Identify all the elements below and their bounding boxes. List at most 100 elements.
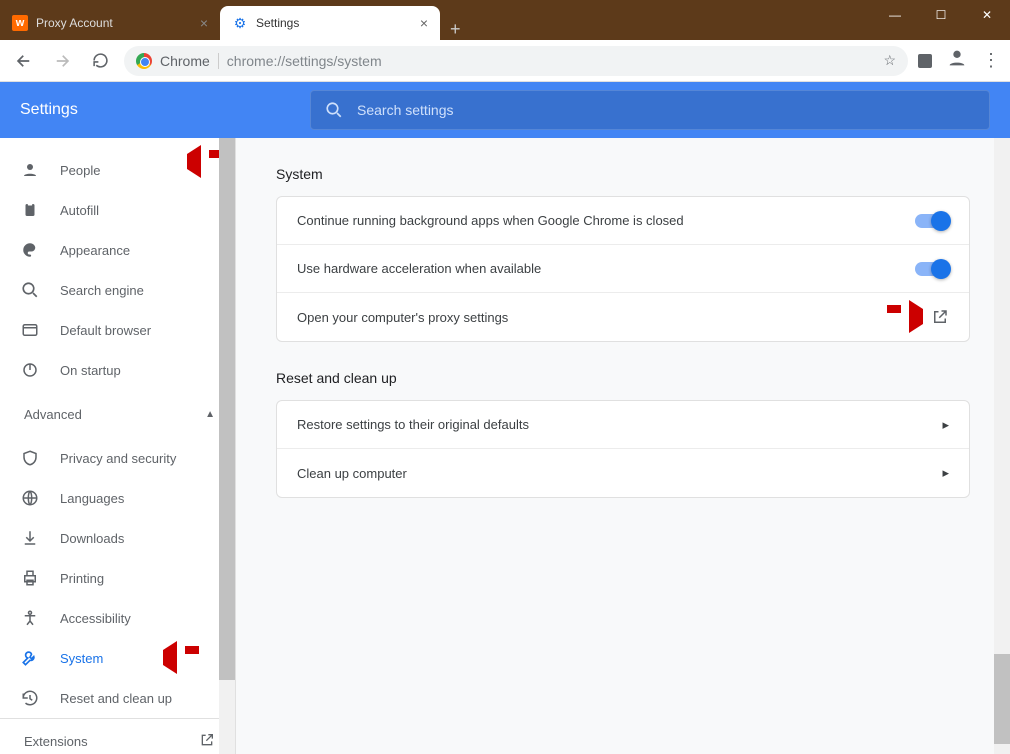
minimize-button[interactable]: — — [872, 0, 918, 30]
page-title: Settings — [20, 101, 78, 119]
sidebar-item-on-startup[interactable]: On startup — [0, 350, 235, 390]
external-link-icon[interactable] — [931, 308, 949, 326]
sidebar-item-people[interactable]: People — [0, 150, 235, 190]
sidebar-item-label: Languages — [60, 491, 124, 506]
omnibox[interactable]: Chrome chrome://settings/system ☆ — [124, 46, 908, 76]
section-title-system: System — [276, 166, 970, 182]
menu-icon[interactable]: ⋮ — [982, 50, 1000, 71]
tab-proxy-account[interactable]: w Proxy Account × — [0, 6, 220, 40]
download-icon — [20, 529, 40, 547]
row-label: Use hardware acceleration when available — [297, 261, 541, 276]
palette-icon — [20, 241, 40, 259]
content-scrollbar[interactable] — [994, 138, 1010, 754]
sidebar-item-default-browser[interactable]: Default browser — [0, 310, 235, 350]
sidebar-item-appearance[interactable]: Appearance — [0, 230, 235, 270]
advanced-label: Advanced — [24, 407, 82, 422]
new-tab-button[interactable]: + — [440, 19, 471, 40]
annotation-arrow — [163, 650, 177, 665]
close-icon[interactable]: × — [200, 15, 208, 31]
wrench-icon — [20, 649, 40, 667]
system-card: Continue running background apps when Go… — [276, 196, 970, 342]
annotation-arrow — [909, 309, 923, 324]
sidebar-item-label: Autofill — [60, 203, 99, 218]
search-input[interactable] — [357, 102, 975, 118]
close-icon[interactable]: × — [420, 15, 428, 31]
reload-button[interactable] — [86, 47, 114, 75]
window-controls: — ☐ ✕ — [872, 0, 1010, 30]
sidebar-item-downloads[interactable]: Downloads — [0, 518, 235, 558]
reset-card: Restore settings to their original defau… — [276, 400, 970, 498]
row-label: Open your computer's proxy settings — [297, 310, 508, 325]
sidebar-item-label: People — [60, 163, 100, 178]
close-window-button[interactable]: ✕ — [964, 0, 1010, 30]
url-text: chrome://settings/system — [218, 53, 382, 69]
maximize-button[interactable]: ☐ — [918, 0, 964, 30]
chevron-right-icon: ▸ — [942, 465, 949, 481]
row-background-apps[interactable]: Continue running background apps when Go… — [277, 197, 969, 245]
sidebar-advanced-toggle[interactable]: Advanced ▲ — [0, 390, 235, 438]
row-cleanup-computer[interactable]: Clean up computer ▸ — [277, 449, 969, 497]
printer-icon — [20, 569, 40, 587]
extensions-label: Extensions — [24, 734, 88, 749]
accessibility-icon — [20, 609, 40, 627]
sidebar-item-label: Accessibility — [60, 611, 131, 626]
clipboard-icon — [20, 201, 40, 219]
extension-icon[interactable]: ••• — [918, 54, 932, 68]
person-icon — [20, 161, 40, 179]
profile-icon[interactable] — [946, 47, 968, 74]
tab-settings[interactable]: ⚙ Settings × — [220, 6, 440, 40]
sidebar-item-system[interactable]: System — [0, 638, 235, 678]
row-label: Clean up computer — [297, 466, 407, 481]
sidebar-item-label: On startup — [60, 363, 121, 378]
browser-icon — [20, 321, 40, 339]
sidebar-item-autofill[interactable]: Autofill — [0, 190, 235, 230]
sidebar: People Autofill Appearance Search engine… — [0, 138, 236, 754]
chevron-right-icon: ▸ — [942, 417, 949, 433]
shield-icon — [20, 449, 40, 467]
sidebar-item-languages[interactable]: Languages — [0, 478, 235, 518]
toggle-on[interactable] — [915, 214, 949, 228]
forward-button[interactable] — [48, 47, 76, 75]
sidebar-item-printing[interactable]: Printing — [0, 558, 235, 598]
row-restore-defaults[interactable]: Restore settings to their original defau… — [277, 401, 969, 449]
globe-icon — [20, 489, 40, 507]
sidebar-item-label: Search engine — [60, 283, 144, 298]
gear-icon: ⚙ — [232, 15, 248, 31]
sidebar-item-privacy[interactable]: Privacy and security — [0, 438, 235, 478]
chevron-up-icon: ▲ — [205, 409, 215, 420]
tab-title: Settings — [256, 16, 299, 30]
sidebar-item-label: Downloads — [60, 531, 124, 546]
main: People Autofill Appearance Search engine… — [0, 138, 1010, 754]
sidebar-item-extensions[interactable]: Extensions — [0, 719, 235, 754]
back-button[interactable] — [10, 47, 38, 75]
power-icon — [20, 361, 40, 379]
address-bar: Chrome chrome://settings/system ☆ ••• ⋮ — [0, 40, 1010, 82]
content-area: System Continue running background apps … — [236, 138, 1010, 754]
sidebar-item-label: Privacy and security — [60, 451, 176, 466]
chrome-icon — [136, 53, 152, 69]
sidebar-item-accessibility[interactable]: Accessibility — [0, 598, 235, 638]
sidebar-item-label: Appearance — [60, 243, 130, 258]
search-icon — [20, 281, 40, 299]
history-icon — [20, 689, 40, 707]
sidebar-item-search-engine[interactable]: Search engine — [0, 270, 235, 310]
bookmark-star-icon[interactable]: ☆ — [883, 52, 896, 69]
sidebar-item-label: Default browser — [60, 323, 151, 338]
search-icon — [325, 101, 343, 119]
sidebar-scrollbar[interactable] — [219, 138, 235, 754]
settings-header: Settings — [0, 82, 1010, 138]
external-link-icon — [199, 732, 215, 751]
row-hardware-accel[interactable]: Use hardware acceleration when available — [277, 245, 969, 293]
search-settings[interactable] — [310, 90, 990, 130]
row-proxy-settings[interactable]: Open your computer's proxy settings — [277, 293, 969, 341]
sidebar-item-label: Printing — [60, 571, 104, 586]
sidebar-item-label: Reset and clean up — [60, 691, 172, 706]
toggle-on[interactable] — [915, 262, 949, 276]
row-label: Restore settings to their original defau… — [297, 417, 529, 432]
titlebar: w Proxy Account × ⚙ Settings × + — ☐ ✕ — [0, 0, 1010, 40]
row-label: Continue running background apps when Go… — [297, 213, 684, 228]
section-title-reset: Reset and clean up — [276, 370, 970, 386]
sidebar-item-label: System — [60, 651, 103, 666]
tab-title: Proxy Account — [36, 16, 113, 30]
sidebar-item-reset[interactable]: Reset and clean up — [0, 678, 235, 718]
